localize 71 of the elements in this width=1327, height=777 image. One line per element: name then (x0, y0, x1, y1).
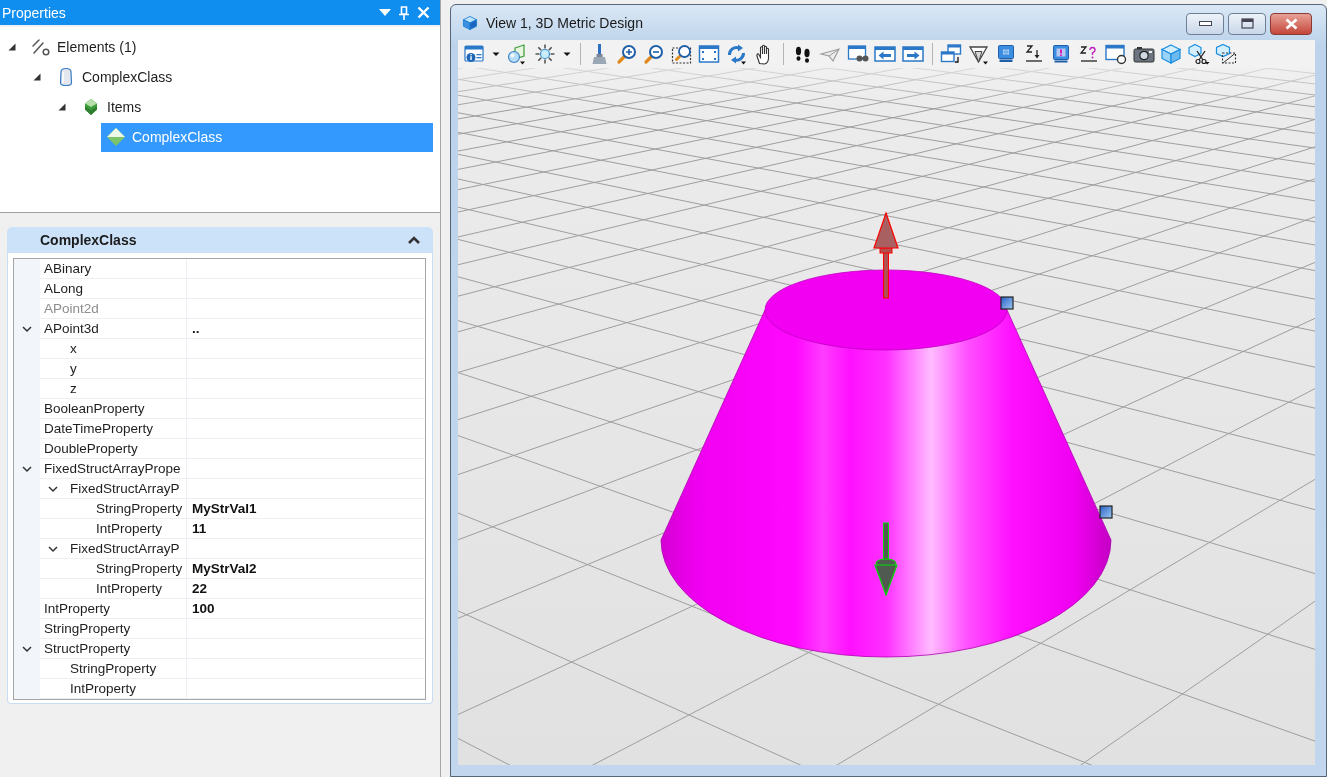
property-name: y (69, 361, 77, 376)
zoom-area-icon[interactable] (670, 43, 693, 65)
zoom-out-icon[interactable] (643, 43, 666, 65)
chevron-icon[interactable] (21, 323, 33, 335)
property-name: FixedStructArrayP (69, 481, 180, 496)
triangle-icon[interactable] (967, 43, 990, 65)
property-name: FixedStructArrayP (69, 541, 180, 556)
minimize-icon (1198, 21, 1212, 26)
expander-icon[interactable] (57, 102, 67, 112)
window-title: View 1, 3D Metric Design (486, 14, 643, 31)
zigzag-question-icon[interactable] (1077, 43, 1100, 65)
close-icon[interactable] (417, 6, 430, 19)
tree-item[interactable]: ComplexClass (51, 62, 181, 92)
up-arrow[interactable] (873, 211, 899, 299)
chevron-icon[interactable] (21, 463, 33, 475)
chevron-icon[interactable] (21, 643, 33, 655)
property-name: StringProperty (43, 621, 131, 636)
property-name: APoint3d (43, 321, 99, 336)
value-field[interactable]: 100 (187, 599, 425, 619)
property-name: DateTimeProperty (43, 421, 154, 436)
pin-icon[interactable] (399, 5, 409, 20)
zoom-in-icon[interactable] (615, 43, 638, 65)
property-name: IntProperty (95, 581, 163, 596)
section-header[interactable]: ComplexClass (7, 227, 433, 253)
property-name: x (69, 341, 77, 356)
section-title: ComplexClass (40, 232, 137, 248)
value-field[interactable]: MyStrVal2 (187, 559, 425, 579)
minimize-button[interactable] (1186, 12, 1224, 35)
close-icon (1284, 17, 1298, 30)
value-field[interactable]: .. (187, 319, 425, 339)
cube-icon (462, 14, 478, 31)
grip-handle[interactable] (1099, 505, 1113, 519)
property-name: FixedStructArrayPrope (43, 461, 181, 476)
property-name: ABinary (43, 261, 92, 276)
dropdown-icon[interactable] (379, 8, 391, 17)
property-name: BooleanProperty (43, 401, 145, 416)
property-name: IntProperty (95, 521, 163, 536)
property-name: z (69, 381, 77, 396)
value-field[interactable]: MyStrVal1 (187, 499, 425, 519)
property-name: StringProperty (95, 501, 183, 516)
frame-icon[interactable] (698, 43, 721, 65)
cube-scissors-icon[interactable] (1187, 43, 1210, 65)
expander-icon[interactable] (32, 72, 42, 82)
property-name: StringProperty (69, 661, 157, 676)
property-name: ALong (43, 281, 84, 296)
close-button[interactable] (1270, 12, 1312, 35)
down-arrow[interactable] (874, 522, 898, 597)
cube-clip-icon[interactable] (1215, 43, 1238, 65)
value-field[interactable]: 22 (187, 579, 425, 599)
value-field[interactable]: 11 (187, 519, 425, 539)
tree-item[interactable]: Elements (1) (26, 32, 145, 62)
stacked-windows-icon[interactable] (940, 43, 963, 65)
property-name: StringProperty (95, 561, 183, 576)
maximize-button[interactable] (1228, 12, 1266, 35)
curves-icon (31, 37, 51, 57)
property-name: DoubleProperty (43, 441, 138, 456)
tree-item[interactable]: Items (76, 92, 150, 122)
maximize-icon (1240, 18, 1254, 29)
property-name: IntProperty (43, 601, 111, 616)
diamond-icon (106, 127, 126, 147)
chevron-icon[interactable] (407, 235, 421, 245)
property-name: APoint2d (43, 301, 99, 316)
rotate-arrows-icon[interactable] (725, 43, 748, 65)
sun-icon[interactable] (533, 43, 556, 65)
expander-icon[interactable] (7, 42, 17, 52)
window-circle-icon[interactable] (1105, 43, 1128, 65)
property-name: IntProperty (69, 681, 137, 696)
window-info-icon[interactable] (462, 43, 485, 65)
grip-handle[interactable] (1000, 296, 1014, 310)
property-name: StructProperty (43, 641, 131, 656)
panel-title: Properties (2, 4, 66, 21)
